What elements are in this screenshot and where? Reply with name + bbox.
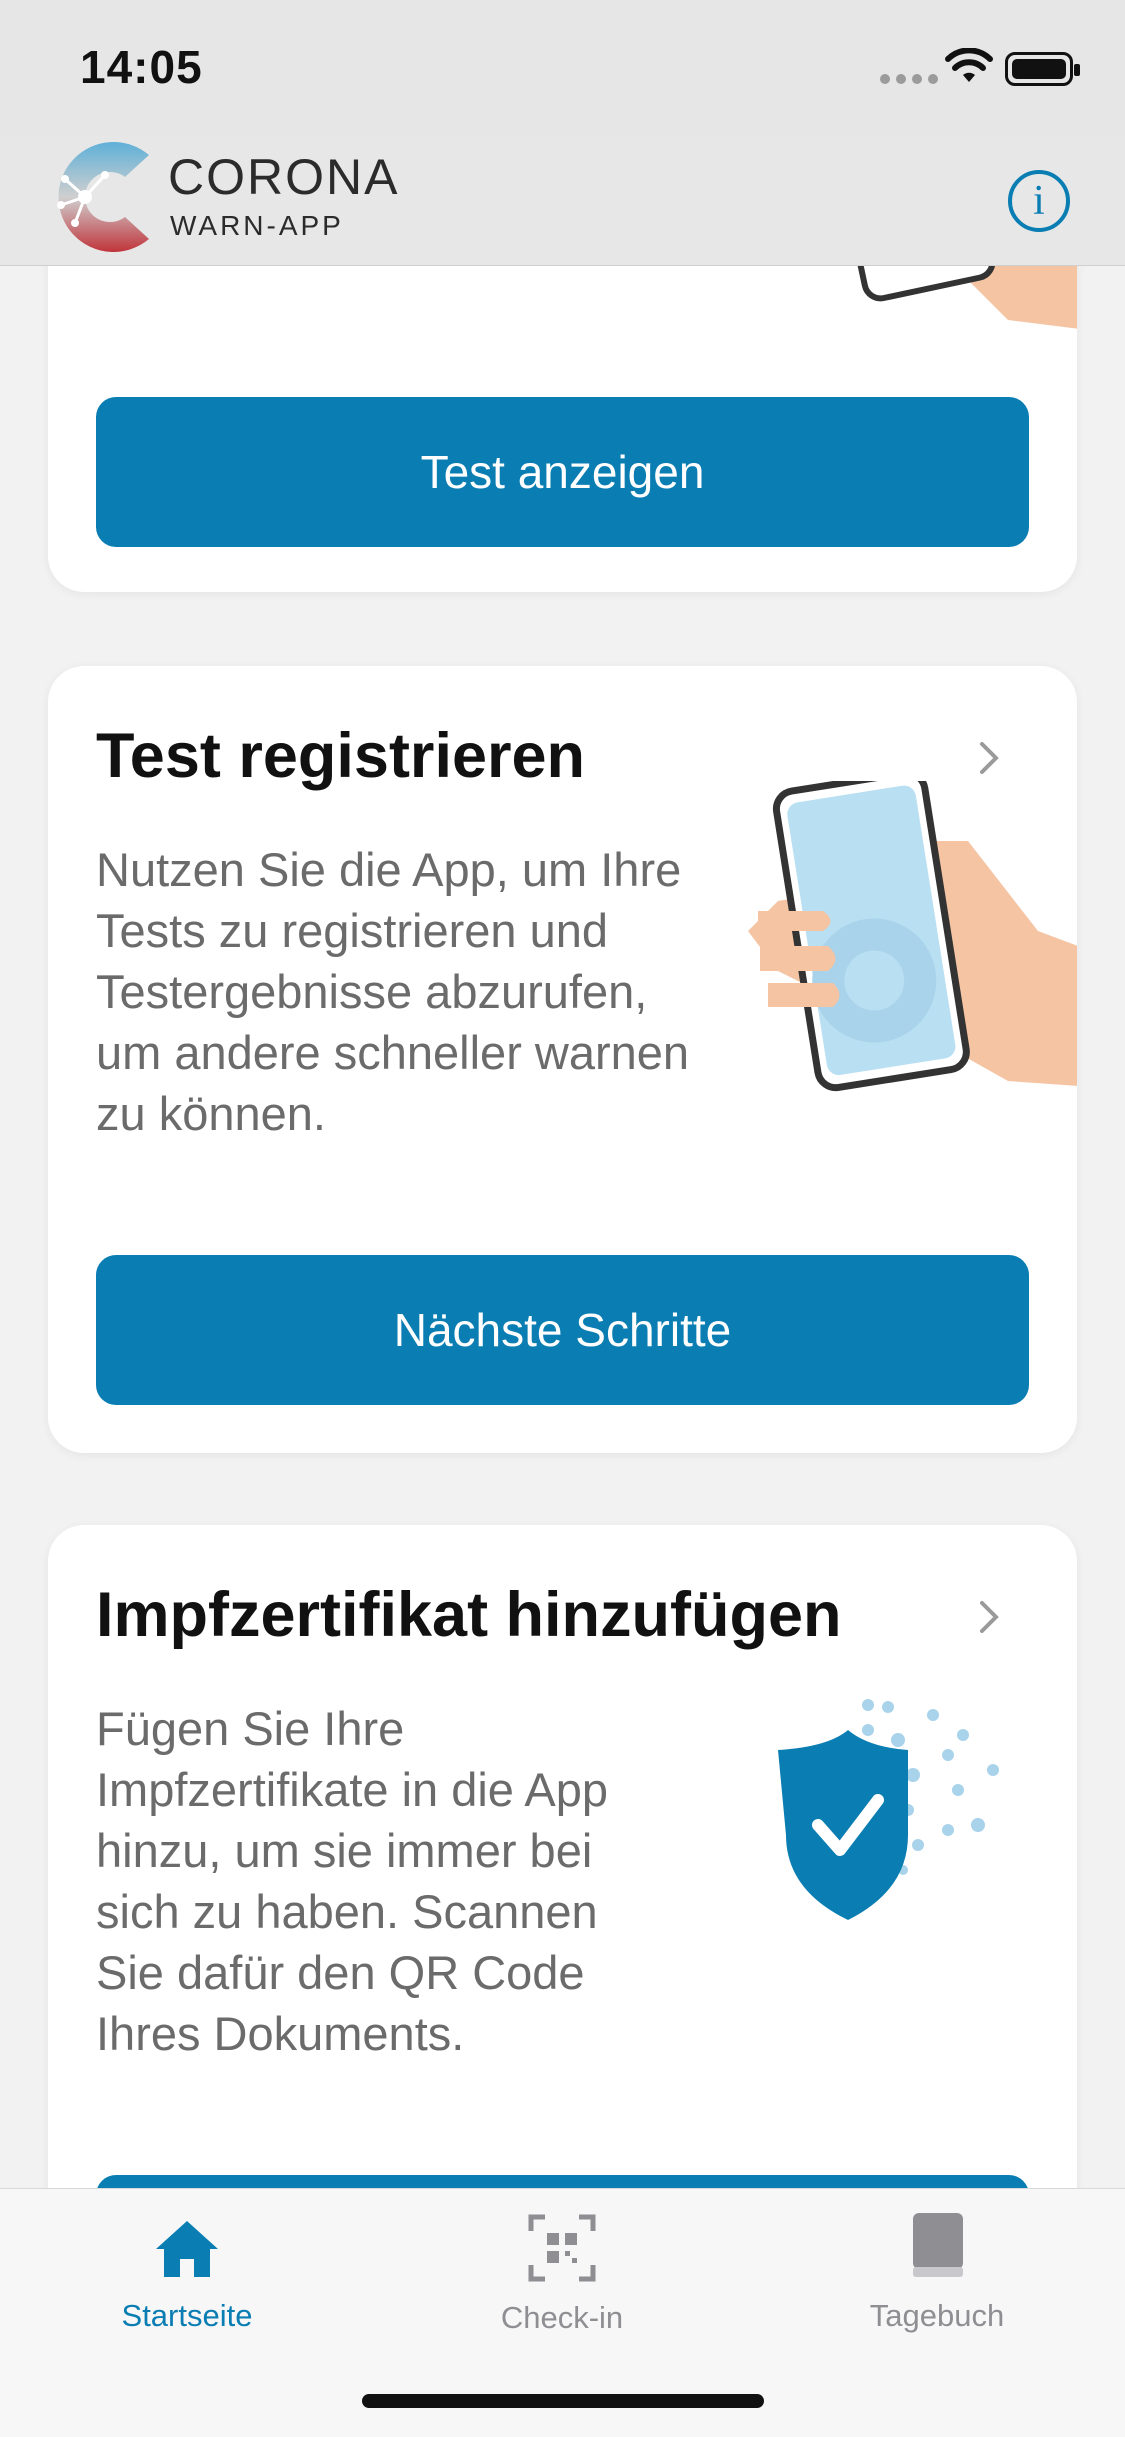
brand-title: CORONA: [168, 149, 400, 205]
tab-diary-label: Tagebuch: [869, 2298, 1005, 2333]
corona-warn-app-logo: [57, 142, 149, 252]
wifi-icon: [945, 48, 993, 82]
tab-home[interactable]: Startseite: [47, 2189, 327, 2334]
brand-subtitle: WARN-APP: [170, 210, 344, 241]
tab-check-in[interactable]: Check-in: [422, 2189, 702, 2336]
book-icon: [913, 2213, 963, 2277]
qr-scan-icon: [528, 2214, 596, 2282]
home-indicator: [362, 2394, 764, 2408]
home-icon: [156, 2221, 218, 2277]
battery-icon: [1005, 52, 1080, 86]
status-bar: 14:05: [0, 0, 1125, 135]
hand-phone-illustration: [748, 781, 1077, 1092]
test-register-description: Nutzen Sie die App, um Ihre Tests zu reg…: [96, 843, 690, 1140]
shield-check-icon: [778, 1699, 999, 1920]
status-time: 14:05: [80, 41, 203, 93]
signal-icon: [880, 74, 940, 86]
chevron-right-icon: [980, 742, 999, 774]
vaccination-description: Fügen Sie Ihre Impfzertifikate in die Ap…: [96, 1702, 609, 2060]
tab-home-label: Startseite: [121, 2298, 253, 2333]
tab-check-in-label: Check-in: [500, 2300, 624, 2335]
next-steps-button[interactable]: Nächste Schritte: [96, 1255, 1029, 1405]
test-register-title: Test registrieren: [96, 721, 586, 791]
info-button[interactable]: i: [1008, 170, 1070, 232]
vaccination-certificate-card[interactable]: Impfzertifikat hinzufügen Fügen Sie Ihre…: [48, 1525, 1077, 2245]
test-register-card[interactable]: Test registrieren Nutzen Sie die App, um…: [48, 666, 1077, 1453]
info-icon: i: [1033, 178, 1045, 224]
chevron-right-icon: [980, 1601, 999, 1633]
show-test-button[interactable]: Test anzeigen: [96, 397, 1029, 547]
vaccination-title: Impfzertifikat hinzufügen: [96, 1580, 842, 1650]
tab-diary[interactable]: Tagebuch: [797, 2189, 1077, 2334]
